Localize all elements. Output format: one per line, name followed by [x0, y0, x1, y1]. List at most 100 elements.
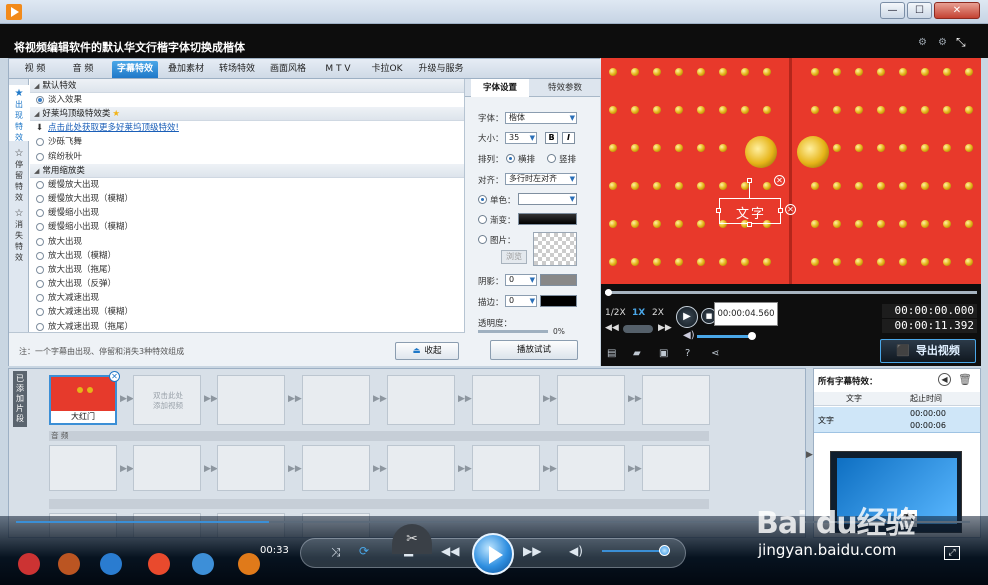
resize-handle[interactable] — [747, 222, 752, 227]
resize-handle[interactable] — [778, 208, 783, 213]
caption-box[interactable]: 文字 — [719, 198, 781, 224]
close-button[interactable]: ✕ — [934, 2, 980, 19]
settings-icon[interactable]: ⚙ — [918, 37, 927, 48]
trash-icon[interactable]: 🗑 — [958, 373, 972, 386]
list-item[interactable]: 放大减速出现 — [30, 291, 464, 305]
back-icon[interactable]: ◀ — [938, 373, 951, 386]
audio-slot[interactable] — [387, 445, 455, 491]
audio-slot[interactable] — [217, 445, 285, 491]
tab-audio[interactable]: 音 频 — [63, 61, 103, 78]
settings-icon[interactable]: ⚙ — [938, 37, 947, 48]
side-tab-disappear[interactable]: ☆ 消失特效 — [9, 205, 29, 262]
taskbar-app-icon[interactable] — [18, 553, 40, 575]
share-icon[interactable]: ⋖ — [711, 348, 719, 359]
play-button[interactable] — [472, 533, 514, 575]
horizontal-radio[interactable] — [506, 154, 515, 163]
chrome-icon[interactable] — [148, 553, 170, 575]
clip-slot[interactable]: 大红门 ✕ — [49, 371, 120, 425]
minimize-button[interactable]: — — [880, 2, 905, 19]
speed-half[interactable]: 1/2X — [605, 308, 626, 318]
hollywood-link[interactable]: ⬇ 点击此处获取更多好莱坞顶级特效! — [30, 121, 464, 135]
empty-slot[interactable]: 双击此处 添加视频 — [133, 375, 201, 425]
tab-effect-params[interactable]: 特效参数 — [535, 79, 595, 97]
transition-arrow-icon[interactable]: ▶▶ — [204, 464, 218, 474]
table-row[interactable]: 文字 00:00:00 00:00:06 — [814, 407, 980, 433]
border-select[interactable]: 0 ▼ — [505, 295, 537, 307]
list-item[interactable]: 放大出现（模糊） — [30, 249, 464, 263]
empty-slot[interactable] — [557, 375, 625, 425]
audio-slot[interactable] — [49, 445, 117, 491]
transition-arrow-icon[interactable]: ▶▶ — [543, 464, 557, 474]
audio-slot[interactable] — [642, 445, 710, 491]
tab-transition[interactable]: 转场特效 — [213, 61, 261, 78]
list-item[interactable]: 缤纷秋叶 — [30, 150, 464, 164]
vertical-radio[interactable] — [547, 154, 556, 163]
export-video-button[interactable]: ⬛ 导出视频 — [880, 339, 976, 363]
rewind-icon[interactable]: ◀◀ — [605, 323, 619, 333]
close-icon[interactable]: ✕ — [774, 175, 785, 186]
resize-handle[interactable] — [716, 208, 721, 213]
player-volume-knob[interactable] — [659, 545, 670, 556]
shadow-select[interactable]: 0 ▼ — [505, 274, 537, 286]
empty-slot[interactable] — [472, 375, 540, 425]
transition-arrow-icon[interactable]: ▶▶ — [120, 464, 134, 474]
group-hollywood[interactable]: ◢ 好莱坞顶级特效类 ★ — [30, 107, 464, 122]
list-item[interactable]: 放大减速出现（拖尾） — [30, 320, 464, 332]
play-icon[interactable]: ▶ — [676, 306, 698, 328]
maximize-button[interactable]: ☐ — [907, 2, 932, 19]
transition-arrow-icon[interactable]: ▶▶ — [288, 464, 302, 474]
fold-button[interactable]: ⏏ 收起 — [395, 342, 459, 360]
transition-arrow-icon[interactable]: ▶▶ — [628, 394, 642, 404]
close-icon[interactable]: ✕ — [109, 371, 120, 382]
opacity-slider[interactable] — [478, 330, 548, 333]
repeat-icon[interactable]: ⟳ — [359, 544, 369, 558]
previous-icon[interactable]: ◀◀ — [441, 544, 459, 558]
transition-arrow-icon[interactable]: ▶▶ — [543, 394, 557, 404]
forward-icon[interactable]: ▶▶ — [658, 323, 672, 333]
transition-arrow-icon[interactable]: ▶▶ — [628, 464, 642, 474]
align-select[interactable]: 多行时左对齐 ▼ — [505, 173, 577, 185]
fullscreen-icon[interactable]: ⤢ — [944, 546, 960, 560]
seek-knob[interactable] — [605, 289, 612, 296]
list-item[interactable]: 缓慢缩小出现（模糊） — [30, 220, 464, 234]
shadow-color-picker[interactable] — [540, 274, 577, 286]
group-default[interactable]: ◢ 默认特效 — [30, 79, 464, 93]
scissors-icon[interactable]: ✂ — [392, 524, 432, 554]
volume-icon[interactable]: ◀) — [569, 544, 583, 558]
tab-video[interactable]: 视 频 — [15, 61, 55, 78]
help-icon[interactable]: ? — [685, 348, 690, 359]
list-item[interactable]: 淡入效果 — [30, 93, 464, 107]
transition-arrow-icon[interactable]: ▶▶ — [458, 394, 472, 404]
next-icon[interactable]: ▶▶ — [523, 544, 541, 558]
tab-overlay[interactable]: 叠加素材 — [162, 61, 210, 78]
single-color-radio[interactable] — [478, 195, 487, 204]
shuffle-icon[interactable]: ⤨ — [331, 545, 341, 560]
video-preview[interactable]: 文字 ✕ ✕ — [601, 58, 981, 284]
tab-karaoke[interactable]: 卡拉OK — [365, 61, 409, 78]
audio-slot[interactable] — [133, 445, 201, 491]
single-color-picker[interactable]: ▼ — [518, 193, 577, 205]
save-icon[interactable]: ▣ — [659, 348, 668, 359]
gradient-radio[interactable] — [478, 215, 487, 224]
audio-slot[interactable] — [557, 445, 625, 491]
bold-button[interactable]: B — [545, 132, 558, 144]
transition-arrow-icon[interactable]: ▶▶ — [204, 394, 218, 404]
picture-radio[interactable] — [478, 235, 487, 244]
preview-seek-bar[interactable] — [605, 289, 977, 296]
speed-2x[interactable]: 2X — [652, 308, 664, 318]
list-item[interactable]: 沙砾飞舞 — [30, 135, 464, 149]
volume-bar[interactable] — [697, 335, 753, 338]
empty-slot[interactable] — [387, 375, 455, 425]
transition-arrow-icon[interactable]: ▶▶ — [373, 464, 387, 474]
list-item[interactable]: 缓慢放大出现（模糊） — [30, 192, 464, 206]
transition-arrow-icon[interactable]: ▶▶ — [458, 464, 472, 474]
italic-button[interactable]: I — [562, 132, 575, 144]
list-item[interactable]: 放大出现（反弹） — [30, 277, 464, 291]
taskbar-app-icon[interactable] — [58, 553, 80, 575]
list-item[interactable]: 缓慢缩小出现 — [30, 206, 464, 220]
audio-slot[interactable] — [302, 445, 370, 491]
transition-arrow-icon[interactable]: ▶▶ — [120, 394, 134, 404]
list-item[interactable]: 放大出现（拖尾） — [30, 263, 464, 277]
tab-style[interactable]: 画面风格 — [264, 61, 312, 78]
close-icon[interactable]: ✕ — [785, 204, 796, 215]
